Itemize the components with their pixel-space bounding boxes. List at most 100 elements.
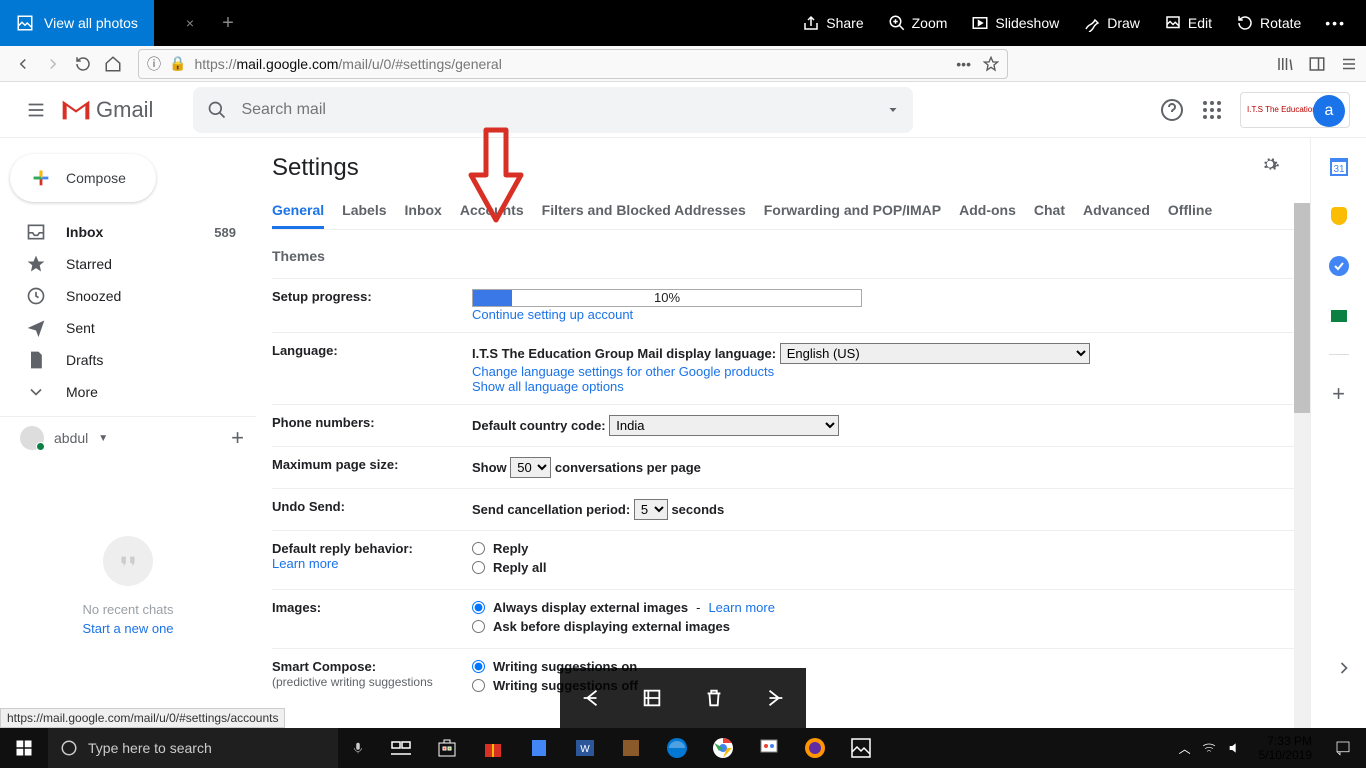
tab-inbox[interactable]: Inbox: [405, 194, 442, 229]
row-setup-progress: Setup progress: 10% Continue setting up …: [272, 279, 1294, 333]
tab-labels[interactable]: Labels: [342, 194, 386, 229]
account-avatar[interactable]: a: [1313, 95, 1345, 127]
paint-icon[interactable]: [746, 728, 792, 768]
show-all-lang-link[interactable]: Show all language options: [472, 379, 624, 394]
next-photo-icon[interactable]: [764, 687, 786, 709]
wifi-icon[interactable]: [1201, 740, 1217, 756]
undo-select[interactable]: 5: [634, 499, 668, 520]
sidebar-toggle-icon[interactable]: [1308, 55, 1326, 73]
forward-button[interactable]: [38, 49, 68, 79]
gear-icon[interactable]: [1260, 154, 1280, 174]
mic-icon[interactable]: [338, 739, 378, 757]
tab-chat[interactable]: Chat: [1034, 194, 1065, 229]
content-scrollbar[interactable]: [1294, 203, 1310, 728]
sidebar-item-sent[interactable]: Sent: [0, 312, 248, 344]
tab-offline[interactable]: Offline: [1168, 194, 1212, 229]
help-icon[interactable]: [1160, 98, 1184, 122]
search-bar[interactable]: [193, 87, 913, 133]
app-icon-1[interactable]: [516, 728, 562, 768]
view-all-label: View all photos: [44, 15, 138, 31]
keep-addon-icon[interactable]: [1327, 204, 1351, 228]
gift-icon[interactable]: [470, 728, 516, 768]
add-contact-icon[interactable]: +: [231, 425, 244, 451]
apps-grid-icon[interactable]: [1200, 98, 1224, 122]
images-ask-radio[interactable]: [472, 620, 485, 633]
tray-chevron-icon[interactable]: ︿: [1179, 740, 1191, 757]
edge-icon[interactable]: [654, 728, 700, 768]
collection-icon[interactable]: [641, 687, 663, 709]
replyall-radio[interactable]: [472, 561, 485, 574]
firefox-icon[interactable]: [792, 728, 838, 768]
hangouts-user[interactable]: abdul ▼ +: [0, 425, 256, 451]
slideshow-tool[interactable]: Slideshow: [971, 14, 1059, 32]
search-input[interactable]: [241, 101, 873, 119]
system-tray[interactable]: ︿: [1171, 740, 1251, 757]
star-icon[interactable]: [983, 56, 999, 72]
notification-icon[interactable]: [1320, 739, 1366, 757]
sidebar-item-more[interactable]: More: [0, 376, 248, 408]
menu-icon[interactable]: [1340, 55, 1358, 73]
compose-button[interactable]: Compose: [10, 154, 156, 202]
reply-learn-link[interactable]: Learn more: [272, 556, 338, 571]
add-tab-icon[interactable]: +: [222, 12, 234, 35]
images-learn-link[interactable]: Learn more: [708, 600, 774, 615]
rotate-tool[interactable]: Rotate: [1236, 14, 1301, 32]
org-logo[interactable]: I.T.S The Education Group a: [1240, 92, 1350, 128]
smart-on-radio[interactable]: [472, 660, 485, 673]
pagesize-select[interactable]: 50: [510, 457, 551, 478]
main-menu-button[interactable]: [16, 90, 56, 130]
share-tool[interactable]: Share: [802, 14, 863, 32]
volume-icon[interactable]: [1227, 740, 1243, 756]
task-view-icon[interactable]: [378, 728, 424, 768]
start-button[interactable]: [0, 728, 48, 768]
gmail-logo[interactable]: Gmail: [60, 97, 153, 123]
sidebar-item-drafts[interactable]: Drafts: [0, 344, 248, 376]
tab-filters[interactable]: Filters and Blocked Addresses: [542, 194, 746, 229]
sidebar-item-snoozed[interactable]: Snoozed: [0, 280, 248, 312]
sidebar-item-inbox[interactable]: Inbox589: [0, 216, 248, 248]
tab-general[interactable]: General: [272, 194, 324, 229]
reload-button[interactable]: [68, 49, 98, 79]
country-select[interactable]: India: [609, 415, 839, 436]
taskbar-search[interactable]: Type here to search: [48, 728, 338, 768]
zoom-tool[interactable]: Zoom: [888, 14, 948, 32]
continue-setup-link[interactable]: Continue setting up account: [472, 307, 633, 322]
smart-off-radio[interactable]: [472, 679, 485, 692]
word-icon[interactable]: W: [562, 728, 608, 768]
app-icon-2[interactable]: [608, 728, 654, 768]
change-lang-link[interactable]: Change language settings for other Googl…: [472, 364, 774, 379]
library-icon[interactable]: [1276, 55, 1294, 73]
sidebar-item-starred[interactable]: Starred: [0, 248, 248, 280]
back-button[interactable]: [8, 49, 38, 79]
tasks-addon-icon[interactable]: [1327, 254, 1351, 278]
green-addon-icon[interactable]: [1327, 304, 1351, 328]
tab-advanced[interactable]: Advanced: [1083, 194, 1150, 229]
calendar-addon-icon[interactable]: 31: [1327, 154, 1351, 178]
tab-themes[interactable]: Themes: [272, 240, 325, 272]
search-dropdown-icon[interactable]: [887, 104, 899, 116]
delete-icon[interactable]: [703, 687, 725, 709]
tab-forwarding[interactable]: Forwarding and POP/IMAP: [764, 194, 941, 229]
reply-label: Default reply behavior:: [272, 541, 413, 556]
images-always-radio[interactable]: [472, 601, 485, 614]
start-chat-link[interactable]: Start a new one: [82, 621, 173, 636]
more-tool[interactable]: •••: [1325, 15, 1346, 31]
draw-tool[interactable]: Draw: [1083, 14, 1140, 32]
language-select[interactable]: English (US): [780, 343, 1090, 364]
photos-taskbar-icon[interactable]: [838, 728, 884, 768]
tab-addons[interactable]: Add-ons: [959, 194, 1016, 229]
store-icon[interactable]: [424, 728, 470, 768]
collapse-side-icon[interactable]: [1334, 658, 1354, 678]
chrome-icon[interactable]: [700, 728, 746, 768]
taskbar-clock[interactable]: 7:33 PM 5/10/2019: [1251, 734, 1320, 763]
home-button[interactable]: [98, 49, 128, 79]
edit-tool[interactable]: Edit: [1164, 14, 1212, 32]
view-all-photos-button[interactable]: View all photos: [0, 0, 154, 46]
address-bar[interactable]: ⓘ 🔒 https://mail.google.com/mail/u/0/#se…: [138, 49, 1008, 79]
add-addon-icon[interactable]: +: [1327, 381, 1351, 405]
prev-photo-icon[interactable]: [580, 687, 602, 709]
page-actions-icon[interactable]: •••: [956, 56, 971, 72]
tab-close-icon[interactable]: ×: [186, 15, 194, 31]
smart-label: Smart Compose:: [272, 659, 376, 674]
reply-radio[interactable]: [472, 542, 485, 555]
